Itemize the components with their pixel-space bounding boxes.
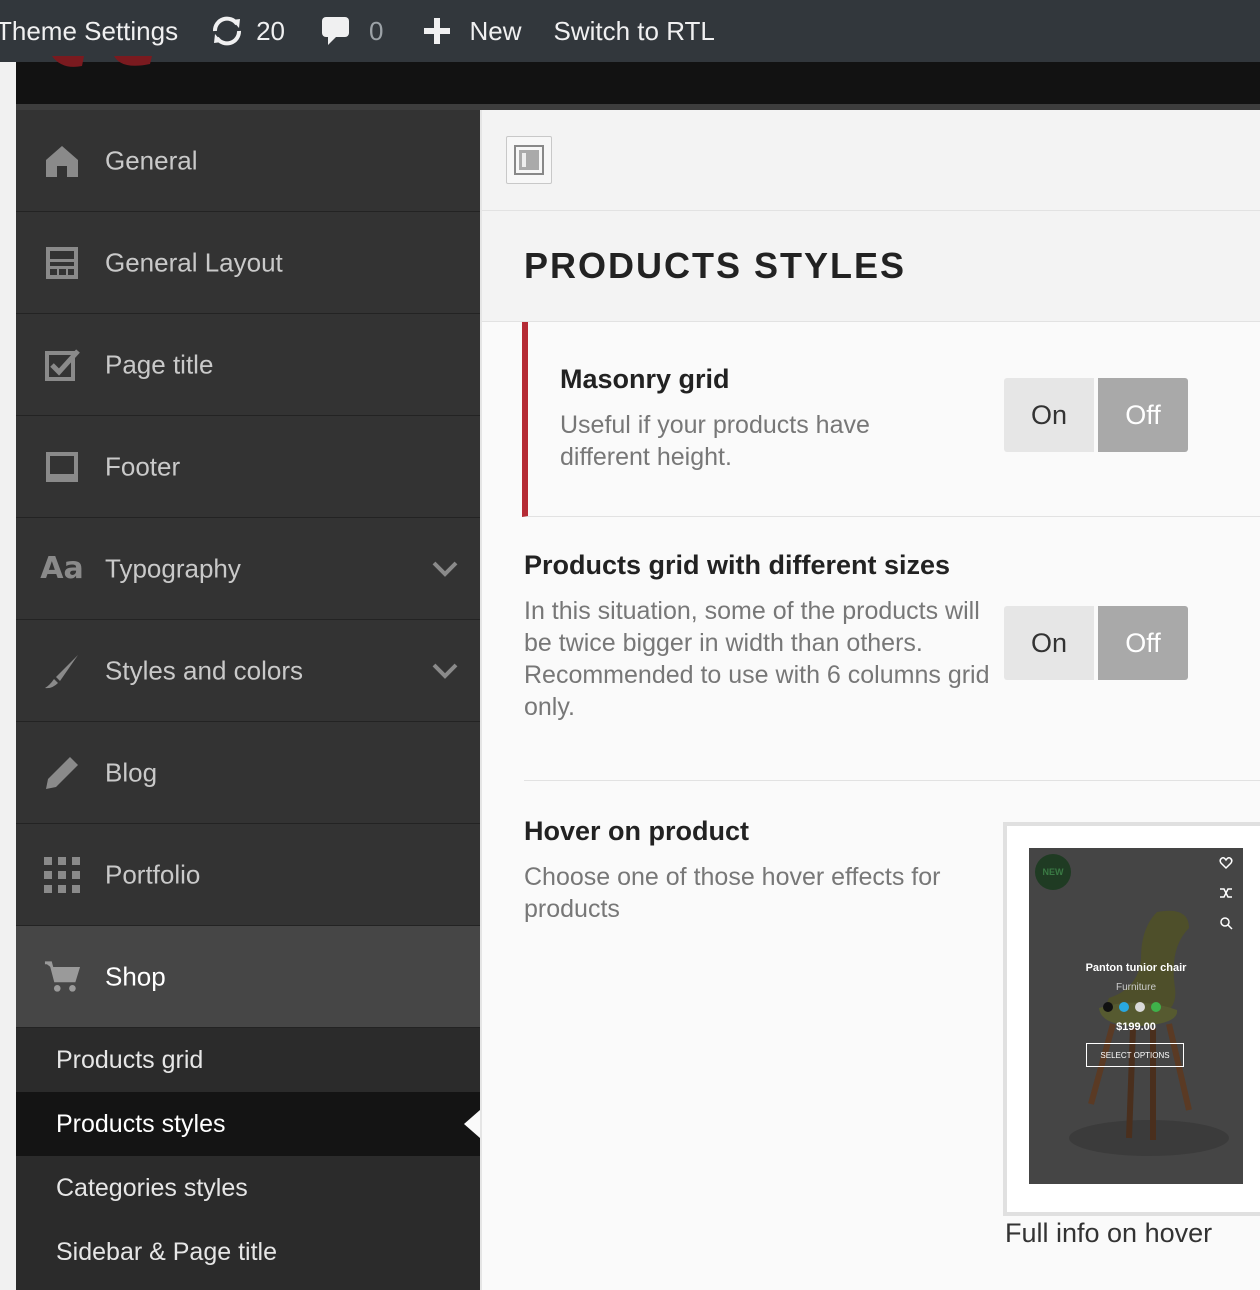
new-content-link[interactable]: New — [423, 0, 522, 62]
toggle-on-button[interactable]: On — [1004, 606, 1094, 680]
page-title: PRODUCTS STYLES — [524, 245, 907, 286]
sidebar-item-label: Styles and colors — [105, 655, 303, 685]
footer-icon — [44, 449, 80, 485]
sidebar-item-label: Footer — [105, 451, 181, 481]
switch-rtl-link[interactable]: Switch to RTL — [554, 0, 715, 62]
swatch[interactable] — [1135, 1002, 1145, 1012]
updates-link[interactable]: 20 — [210, 0, 285, 62]
sidebar-item-shop[interactable]: Shop — [16, 926, 480, 1028]
select-options-button[interactable]: SELECT OPTIONS — [1086, 1043, 1184, 1067]
new-badge: NEW — [1035, 854, 1071, 890]
subitem-label: Categories styles — [56, 1173, 248, 1202]
chair-illustration — [1029, 848, 1243, 1184]
switch-rtl-label: Switch to RTL — [553, 15, 715, 46]
font-icon: Aa — [40, 551, 84, 586]
theme-settings-label: Theme Settings — [0, 15, 179, 46]
sidebar-item-label: General Layout — [105, 247, 283, 277]
cart-icon — [44, 959, 80, 995]
toggle-off-button[interactable]: Off — [1098, 378, 1188, 452]
panel-toolbar — [482, 110, 1260, 211]
comments-count: 0 — [369, 15, 384, 46]
sidebar-item-portfolio[interactable]: Portfolio — [16, 824, 480, 926]
checkbox-icon — [44, 347, 80, 383]
setting-description: Useful if your products have different h… — [560, 411, 870, 471]
masonry-toggle: On Off — [1004, 378, 1188, 452]
sidebar-item-page-title[interactable]: Page title — [16, 314, 480, 416]
product-category: Furniture — [1115, 982, 1156, 993]
left-edge — [0, 110, 16, 1290]
grid-icon — [44, 856, 80, 893]
swatch[interactable] — [1151, 1002, 1161, 1012]
header-bar — [16, 62, 1260, 104]
updates-count: 20 — [256, 15, 286, 46]
subitem-label: Products styles — [56, 1109, 226, 1138]
chevron-down-icon[interactable] — [432, 663, 458, 679]
sidebar-item-general-layout[interactable]: General Layout — [16, 212, 480, 314]
section-header: PRODUCTS STYLES — [482, 211, 1260, 322]
layout-icon — [514, 145, 544, 175]
brush-icon — [44, 653, 80, 689]
sidebar-item-label: Typography — [105, 553, 241, 583]
hover-option-full-info[interactable]: NEW Panton tunior chair Furniture $199.0… — [1003, 822, 1260, 1216]
current-pointer — [464, 1110, 480, 1138]
settings-sidebar: General General Layout Page title Footer… — [16, 110, 480, 1290]
left-gutter — [0, 62, 16, 110]
new-label: New — [469, 15, 522, 46]
setting-title: Hover on product — [524, 816, 750, 846]
sidebar-item-blog[interactable]: Blog — [16, 722, 480, 824]
product-preview-image: NEW Panton tunior chair Furniture $199.0… — [1029, 848, 1243, 1184]
sidebar-item-label: Page title — [105, 349, 214, 379]
refresh-icon — [210, 16, 244, 46]
subitem-label: Sidebar & Page title — [56, 1237, 277, 1266]
product-price: $199.00 — [1116, 1021, 1156, 1033]
logo-icon — [52, 56, 152, 67]
sidebar-item-label: Blog — [105, 757, 158, 787]
plus-icon — [423, 17, 451, 45]
subitem-label: Products grid — [56, 1045, 204, 1074]
comments-link[interactable]: 0 — [321, 0, 383, 62]
setting-grid-sizes: Products grid with different sizes In th… — [524, 550, 1260, 781]
sizes-toggle: On Off — [1004, 606, 1188, 680]
theme-settings-link[interactable]: Theme Settings — [0, 0, 178, 62]
admin-bar: Theme Settings 20 0 New Switch to RTL — [0, 0, 1260, 62]
search-icon — [1220, 917, 1233, 930]
swatch[interactable] — [1103, 1002, 1113, 1012]
setting-description: In this situation, some of the products … — [524, 597, 990, 721]
setting-title: Masonry grid — [560, 364, 730, 394]
sidebar-item-label: General — [105, 145, 198, 175]
hover-option-caption: Full info on hover — [1005, 1218, 1213, 1248]
color-swatches — [1103, 1002, 1161, 1012]
sidebar-item-label: Shop — [105, 961, 166, 991]
swatch[interactable] — [1119, 1002, 1129, 1012]
sidebar-item-label: Portfolio — [105, 859, 201, 889]
layout-toggle-button[interactable] — [506, 136, 552, 184]
product-name: Panton tunior chair — [1085, 962, 1187, 974]
toggle-on-button[interactable]: On — [1004, 378, 1094, 452]
sidebar-item-footer[interactable]: Footer — [16, 416, 480, 518]
heart-icon — [1219, 857, 1233, 870]
home-icon — [44, 143, 80, 179]
sidebar-item-general[interactable]: General — [16, 110, 480, 212]
toggle-off-button[interactable]: Off — [1098, 606, 1188, 680]
sidebar-item-typography[interactable]: Aa Typography — [16, 518, 480, 620]
header-strip — [0, 56, 1260, 110]
subitem-sidebar-page-title[interactable]: Sidebar & Page title — [16, 1220, 480, 1284]
comment-icon — [321, 15, 351, 47]
chevron-down-icon[interactable] — [432, 561, 458, 577]
layout-icon — [44, 245, 80, 281]
subitem-products-styles[interactable]: Products styles — [16, 1092, 480, 1156]
setting-description: Choose one of those hover effects for pr… — [524, 863, 941, 923]
setting-title: Products grid with different sizes — [524, 550, 951, 580]
setting-masonry-grid: Masonry grid Useful if your products hav… — [522, 322, 1260, 517]
pencil-icon — [44, 755, 80, 791]
settings-panel: PRODUCTS STYLES Masonry grid Useful if y… — [480, 110, 1260, 1290]
subitem-categories-styles[interactable]: Categories styles — [16, 1156, 480, 1220]
sidebar-item-styles-colors[interactable]: Styles and colors — [16, 620, 480, 722]
subitem-products-grid[interactable]: Products grid — [16, 1028, 480, 1092]
badge-label: NEW — [1042, 867, 1064, 877]
shuffle-icon — [1220, 888, 1232, 898]
